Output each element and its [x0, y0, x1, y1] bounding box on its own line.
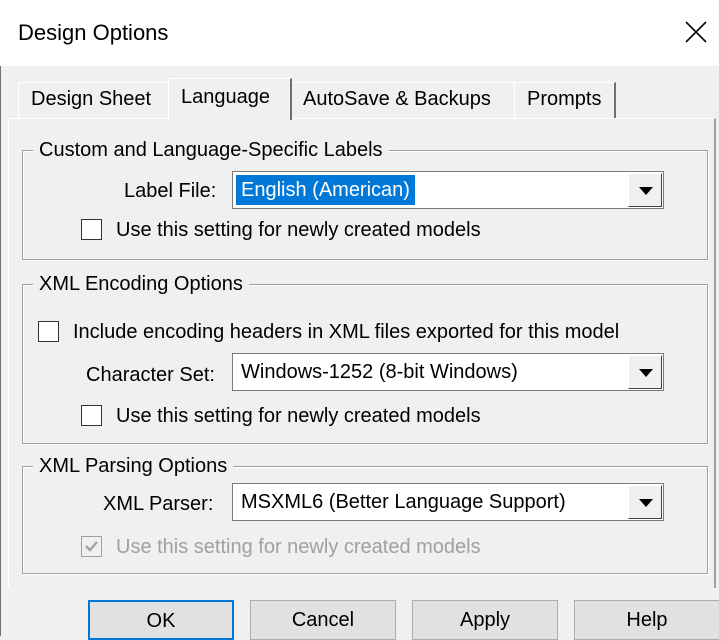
design-options-dialog: Design Options Design Sheet Language Aut…: [0, 0, 719, 640]
help-button[interactable]: Help: [574, 600, 719, 640]
tab-design-sheet[interactable]: Design Sheet: [18, 82, 170, 118]
check-icon: [85, 541, 98, 552]
xml-parser-label: XML Parser:: [103, 493, 214, 515]
character-set-value: Windows-1252 (8-bit Windows): [241, 361, 518, 383]
window-border: [0, 66, 1, 636]
chevron-down-icon[interactable]: [628, 355, 662, 389]
tab-autosave-backups[interactable]: AutoSave & Backups: [290, 82, 516, 118]
apply-button-label: Apply: [459, 609, 511, 631]
cancel-button-label: Cancel: [291, 609, 355, 631]
chevron-down-icon[interactable]: [628, 173, 662, 207]
xml-parsing-group-title: XML Parsing Options: [33, 455, 234, 478]
cancel-button[interactable]: Cancel: [250, 600, 396, 640]
include-headers-label: Include encoding headers in XML files ex…: [73, 321, 620, 343]
apply-button[interactable]: Apply: [412, 600, 558, 640]
label-file-value: English (American): [236, 175, 415, 205]
tab-label: Language: [181, 86, 270, 108]
character-set-label: Character Set:: [86, 364, 215, 386]
encoding-use-setting-label: Use this setting for newly created model…: [116, 405, 481, 427]
help-button-label: Help: [626, 609, 668, 631]
character-set-dropdown[interactable]: Windows-1252 (8-bit Windows): [232, 353, 664, 391]
labels-use-setting-label: Use this setting for newly created model…: [116, 219, 481, 241]
include-headers-checkbox[interactable]: [38, 321, 59, 342]
chevron-down-icon[interactable]: [628, 485, 662, 519]
label-file-label: Label File:: [124, 180, 217, 202]
parsing-use-setting-label: Use this setting for newly created model…: [116, 536, 481, 558]
ok-button-label: OK: [146, 610, 176, 632]
title-bar: Design Options: [0, 0, 719, 66]
tab-label: Design Sheet: [31, 88, 152, 110]
xml-encoding-group-title: XML Encoding Options: [33, 273, 249, 296]
ok-button[interactable]: OK: [88, 600, 234, 640]
label-file-dropdown[interactable]: English (American): [232, 171, 664, 209]
close-icon: [685, 21, 707, 43]
dialog-title: Design Options: [18, 20, 169, 45]
tab-prompts[interactable]: Prompts: [514, 82, 616, 118]
encoding-use-setting-checkbox[interactable]: [81, 405, 102, 426]
xml-parser-dropdown[interactable]: MSXML6 (Better Language Support): [232, 483, 664, 521]
tab-label: Prompts: [527, 88, 602, 110]
labels-group-title: Custom and Language-Specific Labels: [33, 139, 389, 162]
tab-label: AutoSave & Backups: [303, 88, 491, 110]
close-button[interactable]: [676, 12, 716, 52]
tab-language[interactable]: Language: [168, 78, 292, 120]
xml-parser-value: MSXML6 (Better Language Support): [241, 491, 566, 513]
parsing-use-setting-checkbox[interactable]: [81, 536, 102, 557]
labels-use-setting-checkbox[interactable]: [81, 219, 102, 240]
